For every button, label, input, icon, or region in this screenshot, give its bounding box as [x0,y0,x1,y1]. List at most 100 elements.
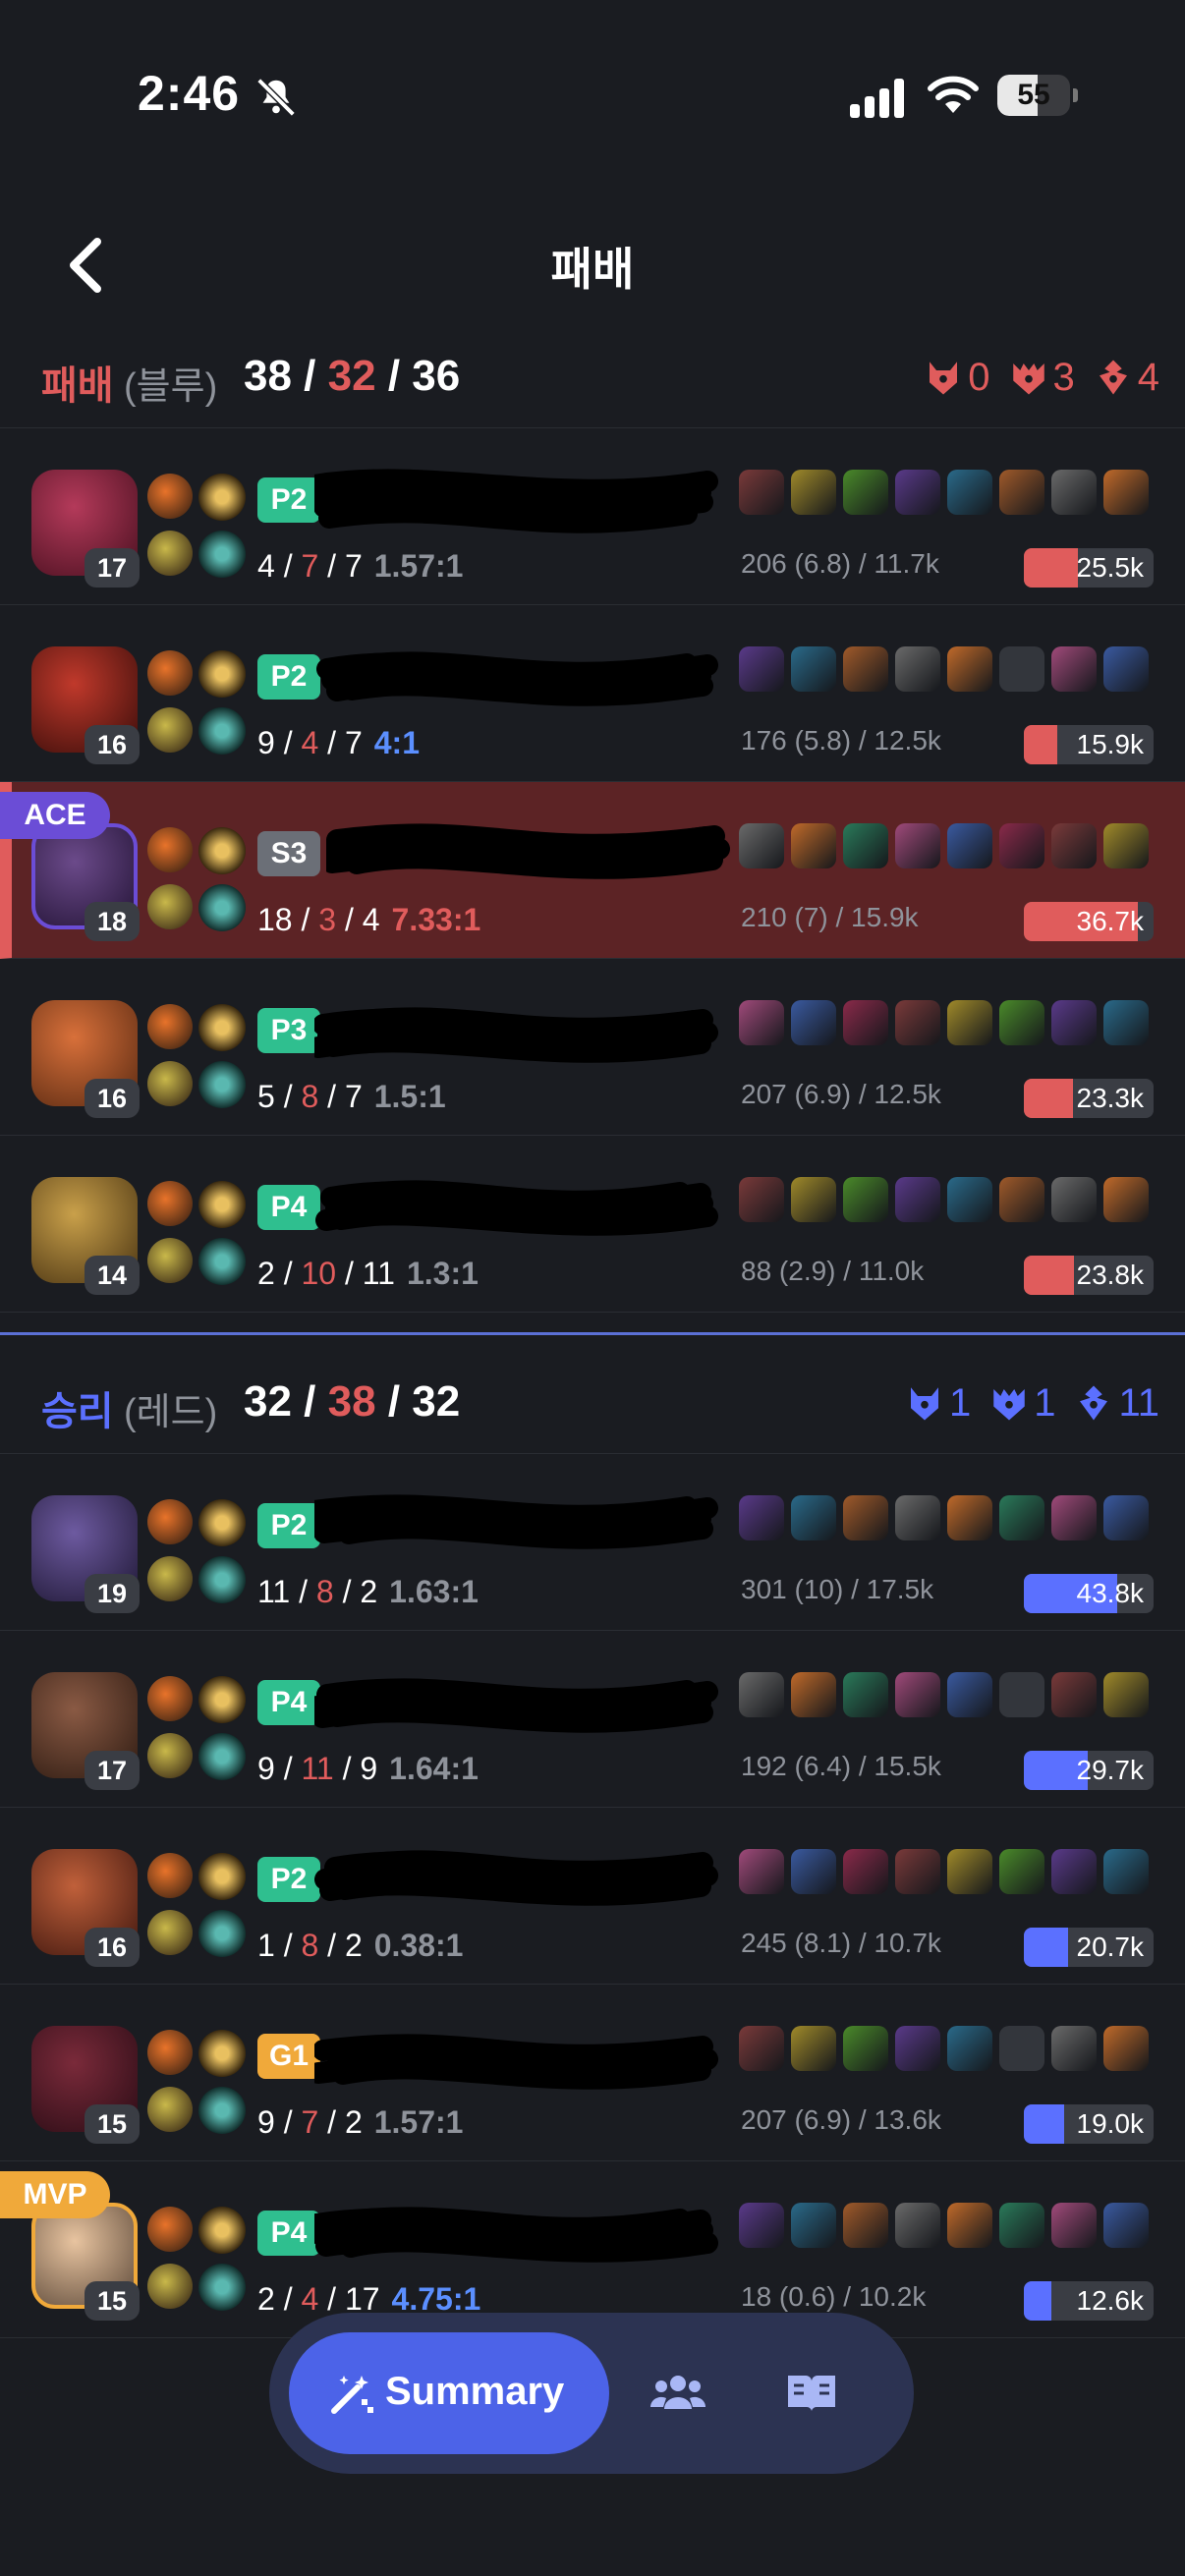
primary-rune-icon[interactable] [198,474,246,521]
item-slot-icon[interactable] [843,1177,888,1222]
summoner-spell-2-icon[interactable] [147,2087,193,2132]
ward-trinket-icon[interactable] [1051,823,1097,868]
summoner-spell-2-icon[interactable] [147,1556,193,1601]
item-slot-icon[interactable] [895,1672,940,1717]
secondary-rune-icon[interactable] [198,1733,246,1780]
summoner-spell-1-icon[interactable] [147,650,193,696]
ward-trinket-icon[interactable] [1051,646,1097,692]
item-slot-icon[interactable] [791,1672,836,1717]
item-slot-icon[interactable] [999,2203,1044,2248]
primary-rune-icon[interactable] [198,2207,246,2254]
item-slot-icon[interactable] [947,1177,992,1222]
item-slot-icon[interactable] [843,1000,888,1045]
summoner-spell-1-icon[interactable] [147,827,193,872]
item-slot-icon[interactable] [843,1495,888,1540]
player-row[interactable]: 15 G1 9 / 7 / 2 1.57:1 207 (6.9) / 13.6k 19.0… [0,1985,1185,2161]
summoner-spell-2-icon[interactable] [147,884,193,929]
item-slot-icon[interactable] [895,646,940,692]
item-slot-icon[interactable] [999,1000,1044,1045]
ward-trinket-icon[interactable] [1051,1849,1097,1894]
player-row[interactable]: 16 P3 5 / 8 / 7 1.5:1 207 (6.9) / 12.5k 23.3k [0,959,1185,1136]
item-slot-icon[interactable] [739,1000,784,1045]
item-slot-icon[interactable] [791,646,836,692]
item-slot-icon[interactable] [739,1672,784,1717]
item-slot-icon[interactable] [739,823,784,868]
ward-trinket-icon[interactable] [1051,2026,1097,2071]
guide-book-icon[interactable] [784,2368,839,2415]
item-slot-icon[interactable] [947,2203,992,2248]
item-slot-icon[interactable] [843,1672,888,1717]
boots-icon[interactable] [1103,1000,1149,1045]
item-slot-icon[interactable] [895,1177,940,1222]
item-slot-icon[interactable] [791,1177,836,1222]
ward-trinket-icon[interactable] [1051,1000,1097,1045]
primary-rune-icon[interactable] [198,1853,246,1900]
item-slot-icon[interactable] [947,2026,992,2071]
item-slot-icon[interactable] [947,646,992,692]
secondary-rune-icon[interactable] [198,884,246,931]
secondary-rune-icon[interactable] [198,1556,246,1603]
secondary-rune-icon[interactable] [198,1061,246,1108]
boots-icon[interactable] [1103,2203,1149,2248]
boots-icon[interactable] [1103,1849,1149,1894]
summoner-spell-2-icon[interactable] [147,2264,193,2309]
secondary-rune-icon[interactable] [198,707,246,755]
secondary-rune-icon[interactable] [198,2087,246,2134]
item-slot-icon[interactable] [739,2026,784,2071]
summoner-spell-1-icon[interactable] [147,1499,193,1544]
ward-trinket-icon[interactable] [1051,1495,1097,1540]
item-slot-icon[interactable] [843,470,888,515]
item-slot-icon[interactable] [791,1495,836,1540]
player-row[interactable]: 16 P2 1 / 8 / 2 0.38:1 245 (8.1) / 10.7k 20.7… [0,1808,1185,1985]
item-slot-icon[interactable] [947,470,992,515]
item-slot-icon[interactable] [843,823,888,868]
item-slot-icon[interactable] [999,1672,1044,1717]
summoner-spell-2-icon[interactable] [147,1238,193,1283]
summoner-spell-2-icon[interactable] [147,707,193,753]
summary-tab[interactable]: Summary [289,2332,609,2454]
item-slot-icon[interactable] [739,1849,784,1894]
player-row[interactable]: 17 P4 9 / 11 / 9 1.64:1 192 (6.4) / 15.5k 29.… [0,1631,1185,1808]
player-row[interactable]: 19 P2 11 / 8 / 2 1.63:1 301 (10) / 17.5k 43.8… [0,1454,1185,1631]
summoner-spell-1-icon[interactable] [147,1676,193,1721]
boots-icon[interactable] [1103,2026,1149,2071]
team-icon[interactable] [650,2368,705,2415]
item-slot-icon[interactable] [895,1495,940,1540]
item-slot-icon[interactable] [843,646,888,692]
player-row[interactable]: 16 P2 9 / 4 / 7 4:1 176 (5.8) / 12.5k 15.9k [0,605,1185,782]
item-slot-icon[interactable] [895,2203,940,2248]
summoner-spell-2-icon[interactable] [147,531,193,576]
item-slot-icon[interactable] [791,823,836,868]
summoner-spell-2-icon[interactable] [147,1733,193,1778]
ward-trinket-icon[interactable] [1051,2203,1097,2248]
secondary-rune-icon[interactable] [198,2264,246,2311]
item-slot-icon[interactable] [895,1849,940,1894]
item-slot-icon[interactable] [947,1495,992,1540]
boots-icon[interactable] [1103,470,1149,515]
primary-rune-icon[interactable] [198,1499,246,1546]
item-slot-icon[interactable] [791,1000,836,1045]
item-slot-icon[interactable] [739,646,784,692]
item-slot-icon[interactable] [999,2026,1044,2071]
ward-trinket-icon[interactable] [1051,1177,1097,1222]
summoner-spell-1-icon[interactable] [147,1181,193,1226]
item-slot-icon[interactable] [739,1495,784,1540]
boots-icon[interactable] [1103,823,1149,868]
item-slot-icon[interactable] [999,823,1044,868]
player-row[interactable]: 14 P4 2 / 10 / 11 1.3:1 88 (2.9) / 11.0k 23.8… [0,1136,1185,1313]
item-slot-icon[interactable] [843,2026,888,2071]
item-slot-icon[interactable] [999,1177,1044,1222]
primary-rune-icon[interactable] [198,1181,246,1228]
player-row[interactable]: 15 P4 2 / 4 / 17 4.75:1 18 (0.6) / 10.2k 12.6… [0,2161,1185,2338]
item-slot-icon[interactable] [843,1849,888,1894]
player-row[interactable]: 17 P2 4 / 7 / 7 1.57:1 206 (6.8) / 11.7k 25.5… [0,428,1185,605]
item-slot-icon[interactable] [791,2026,836,2071]
boots-icon[interactable] [1103,1672,1149,1717]
primary-rune-icon[interactable] [198,827,246,874]
ward-trinket-icon[interactable] [1051,1672,1097,1717]
item-slot-icon[interactable] [895,2026,940,2071]
item-slot-icon[interactable] [791,2203,836,2248]
primary-rune-icon[interactable] [198,1676,246,1723]
item-slot-icon[interactable] [791,470,836,515]
item-slot-icon[interactable] [947,823,992,868]
